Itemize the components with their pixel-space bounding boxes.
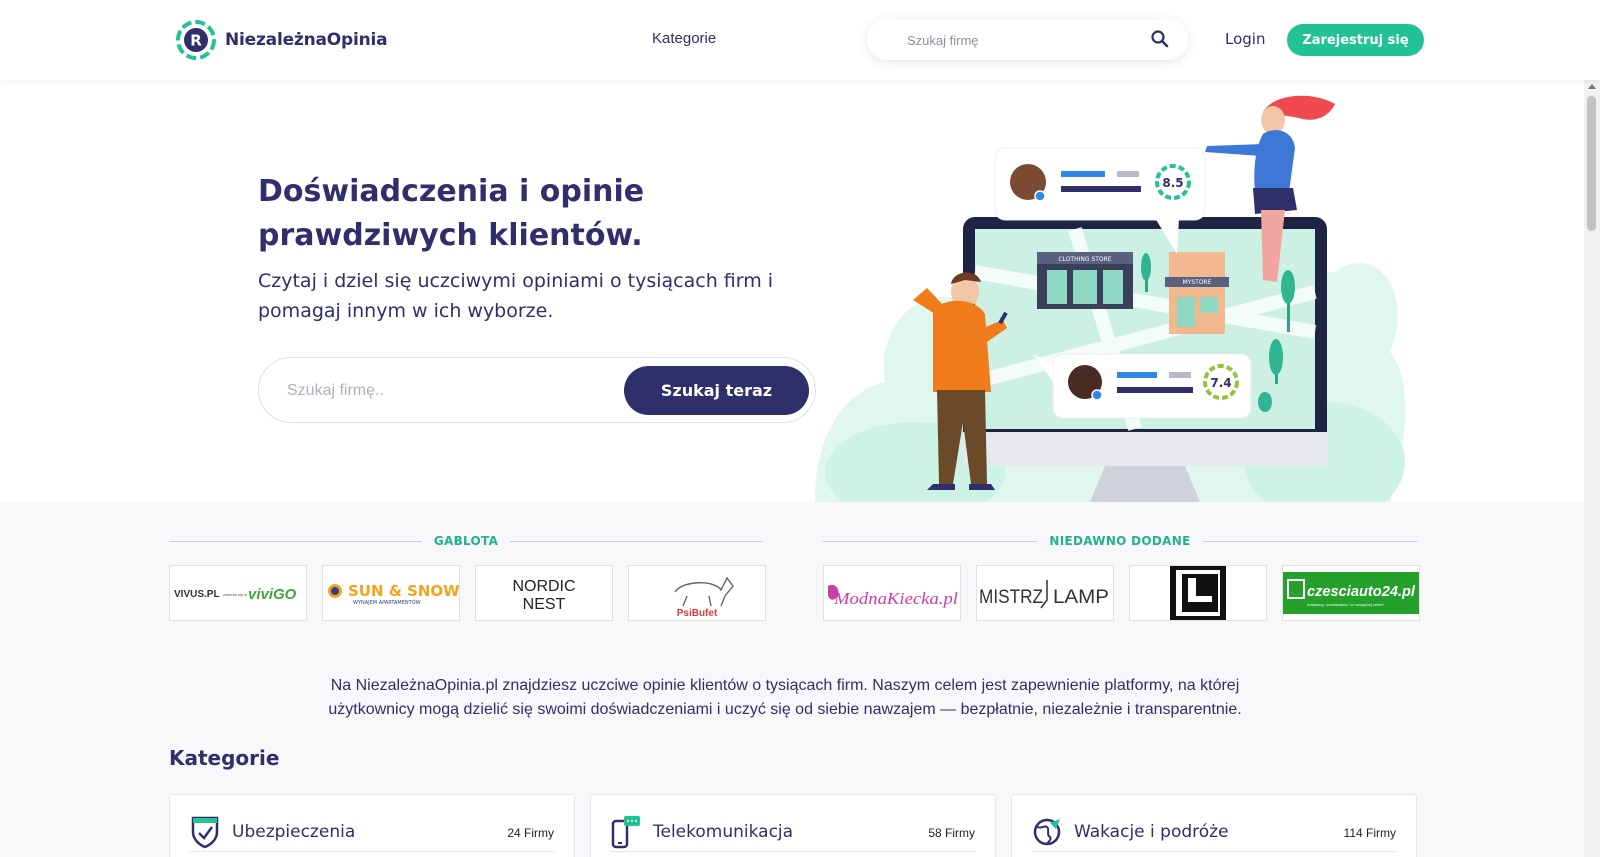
category-name: Ubezpieczenia (232, 822, 356, 842)
hero-search-box: Szukaj teraz (258, 357, 816, 423)
svg-text:zmienia się w: zmienia się w (223, 592, 247, 597)
mistrz-lamp-logo: MISTRZ LAMP (979, 580, 1109, 609)
gablota-heading-label: GABLOTA (433, 534, 499, 548)
categories-title: Kategorie (169, 746, 280, 770)
l-brand-logo: L (1170, 566, 1226, 620)
brand-logo[interactable]: R NiezależnaOpinia (175, 19, 388, 61)
register-button[interactable]: Zarejestruj się (1287, 24, 1424, 56)
recent-logo-row: ModnaKiecka.pl MISTRZ LAMP L czesciauto2… (823, 565, 1420, 621)
category-divider (1032, 851, 1396, 852)
svg-text:R: R (190, 32, 202, 50)
logo-card-sun-and-snow[interactable]: SUN & SNOW WYNAJEM APARTAMENTÓW (322, 565, 460, 621)
heading-divider-right (510, 540, 764, 542)
site-header: R NiezależnaOpinia Kategorie Login Zarej… (0, 0, 1600, 80)
category-name: Wakacje i podróże (1074, 822, 1229, 842)
logo-card-vivus-vivigo[interactable]: VIVUS.PL zmienia się w viviGO (169, 565, 307, 621)
search-now-button[interactable]: Szukaj teraz (624, 366, 809, 415)
category-divider (611, 851, 975, 852)
nav-categories-link[interactable]: Kategorie (652, 30, 716, 47)
svg-text:czesciauto24.pl: czesciauto24.pl (1307, 583, 1416, 600)
nordic-nest-logo: NORDIC NEST (512, 578, 575, 613)
brand-logo-icon: R (176, 20, 216, 60)
heading-divider-right (1202, 540, 1418, 542)
store-sign-mystore: MYSTORE (1183, 279, 1212, 286)
gablota-heading: GABLOTA (169, 531, 764, 551)
svg-text:viviGO: viviGO (248, 586, 297, 603)
globe-plane-icon (1033, 818, 1061, 846)
svg-text:dostawcy, oczekiwania i w rozs: dostawcy, oczekiwania i w rozsądnej ceni… (1307, 602, 1384, 607)
svg-text:LAMP: LAMP (1053, 587, 1109, 608)
svg-text:WYNAJEM APARTAMENTÓW: WYNAJEM APARTAMENTÓW (353, 599, 421, 606)
category-divider (190, 851, 554, 852)
header-search-input[interactable] (907, 29, 1137, 51)
page-scrollbar[interactable] (1584, 80, 1600, 857)
hero-search-input[interactable] (287, 378, 607, 404)
psibufet-logo: PsiBufet (674, 576, 734, 619)
gablota-logo-row: VIVUS.PL zmienia się w viviGO SUN & SNOW… (169, 565, 766, 621)
hero-illustration: CLOTHING STORE MYSTORE 8.5 7.4 (815, 95, 1406, 502)
phone-chat-icon (611, 816, 640, 849)
scroll-thumb[interactable] (1587, 96, 1596, 231)
recent-heading-label: NIEDAWNO DODANE (1049, 534, 1191, 548)
svg-text:ModnaKiecka.pl: ModnaKiecka.pl (833, 589, 958, 608)
logo-card-l-brand[interactable]: L (1129, 565, 1267, 621)
hero-title-line-2: prawdziwych klientów. (258, 218, 643, 253)
category-count: 58 Firmy (928, 826, 975, 840)
modnakiecka-logo: ModnaKiecka.pl (828, 584, 958, 608)
hero-section: Doświadczenia i opinie prawdziwych klien… (0, 80, 1584, 502)
category-name: Telekomunikacja (653, 822, 794, 842)
hero-title-line-1: Doświadczenia i opinie (258, 174, 645, 209)
category-count: 24 Firmy (507, 826, 554, 840)
vivus-vivigo-logo: VIVUS.PL zmienia się w viviGO (174, 586, 297, 603)
search-icon[interactable] (1150, 29, 1170, 49)
brand-name: NiezależnaOpinia (225, 30, 388, 50)
header-search-box (867, 19, 1188, 60)
logo-card-nordic-nest[interactable]: NORDIC NEST (475, 565, 613, 621)
logo-card-czesciauto24[interactable]: czesciauto24.pl dostawcy, oczekiwania i … (1282, 565, 1420, 621)
intro-paragraph: Na NiezależnaOpinia.pl znajdziesz uczciw… (328, 677, 1242, 718)
category-count: 114 Firmy (1343, 826, 1396, 840)
scroll-up-arrow-icon[interactable] (1588, 84, 1596, 89)
svg-text:SUN & SNOW: SUN & SNOW (348, 582, 459, 600)
svg-text:PsiBufet: PsiBufet (677, 608, 718, 619)
category-card-telecom[interactable]: Telekomunikacja 58 Firmy (590, 794, 996, 857)
czesciauto24-logo: czesciauto24.pl dostawcy, oczekiwania i … (1283, 572, 1419, 614)
sun-and-snow-logo: SUN & SNOW WYNAJEM APARTAMENTÓW (328, 582, 459, 606)
category-card-travel[interactable]: Wakacje i podróże 114 Firmy (1011, 794, 1417, 857)
svg-text:MISTRZ: MISTRZ (979, 587, 1043, 608)
hero-title: Doświadczenia i opinie prawdziwych klien… (258, 170, 818, 258)
hero-subtitle: Czytaj i dziel się uczciwymi opiniami o … (258, 270, 774, 322)
svg-text:NORDIC: NORDIC (512, 578, 575, 595)
heading-divider-left (169, 540, 422, 542)
logo-card-mistrz-lamp[interactable]: MISTRZ LAMP (976, 565, 1114, 621)
svg-text:NEST: NEST (523, 596, 566, 613)
logo-card-psibufet[interactable]: PsiBufet (628, 565, 766, 621)
recent-heading: NIEDAWNO DODANE (823, 531, 1418, 551)
shield-check-icon (191, 816, 219, 849)
logo-card-modnakiecka[interactable]: ModnaKiecka.pl (823, 565, 961, 621)
rating-top-value: 8.5 (1162, 176, 1183, 190)
heading-divider-left (823, 540, 1038, 542)
store-sign-clothing: CLOTHING STORE (1058, 256, 1111, 263)
svg-text:VIVUS.PL: VIVUS.PL (174, 589, 220, 600)
category-card-insurance[interactable]: Ubezpieczenia 24 Firmy (169, 794, 575, 857)
rating-bottom-value: 7.4 (1210, 376, 1231, 390)
login-link[interactable]: Login (1225, 30, 1265, 48)
